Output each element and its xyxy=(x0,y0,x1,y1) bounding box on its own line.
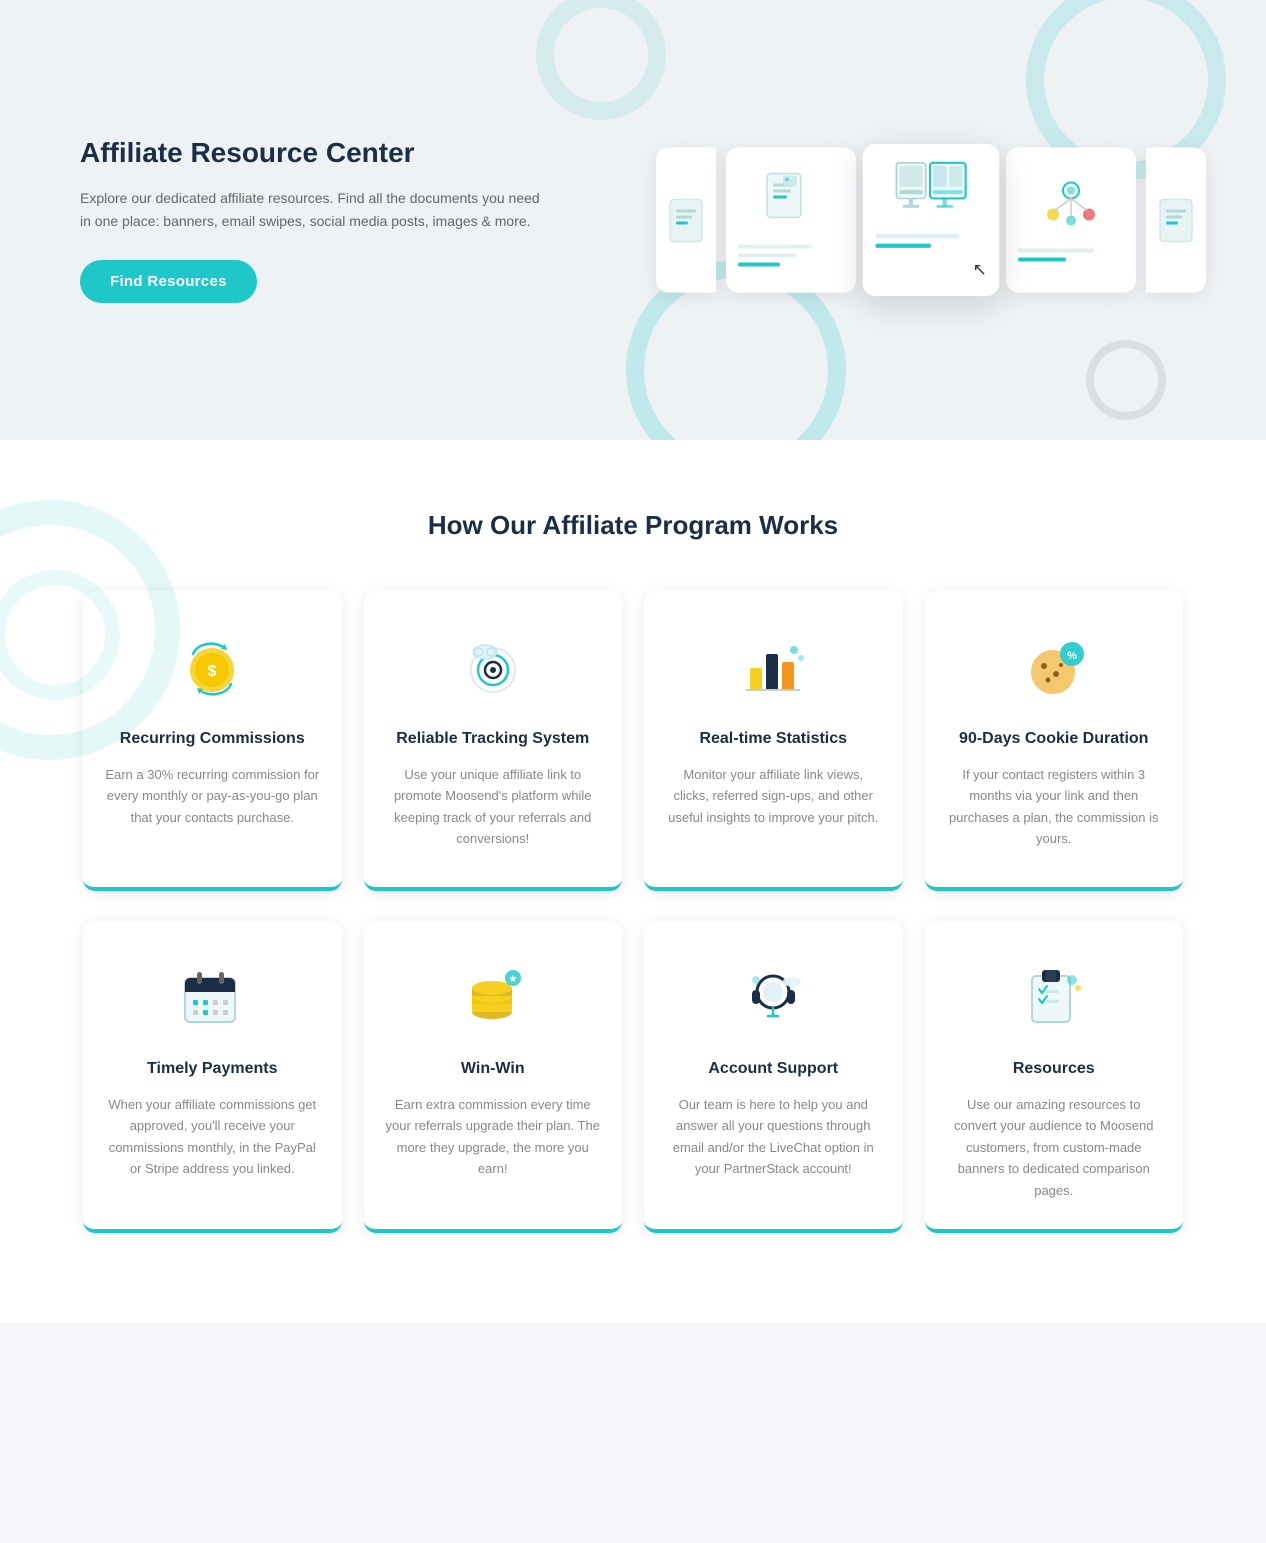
recurring-commissions-icon: $ xyxy=(172,627,252,707)
resources-icon xyxy=(1014,957,1094,1037)
how-it-works-section: How Our Affiliate Program Works $ Recurr… xyxy=(0,440,1266,1323)
hero-card-2-active: ↖ xyxy=(863,144,1000,296)
feature-card-tracking: Reliable Tracking System Use your unique… xyxy=(364,591,623,891)
support-title: Account Support xyxy=(708,1059,838,1080)
hero-card-2-icon xyxy=(894,160,968,218)
hero-cards-area: ↖ xyxy=(656,148,1206,293)
network-svg xyxy=(1041,176,1101,231)
document-svg xyxy=(761,169,821,229)
cursor-icon: ↖ xyxy=(973,259,987,280)
hero-card-3-icon xyxy=(1036,174,1106,234)
hero-card-3 xyxy=(1006,148,1136,293)
hero-card-1-lines xyxy=(738,239,844,271)
feature-card-payments: Timely Payments When your affiliate comm… xyxy=(83,921,342,1233)
doc-icon-partial xyxy=(666,195,706,245)
winwin-title: Win-Win xyxy=(461,1059,525,1080)
svg-text:$: $ xyxy=(207,663,216,680)
svg-text:%: % xyxy=(1067,650,1077,662)
hero-card-3-lines xyxy=(1018,244,1124,267)
partial-card-right-svg xyxy=(1156,195,1196,245)
hero-card-right-edge xyxy=(1146,148,1206,293)
winwin-icon: ★ xyxy=(453,957,533,1037)
hero-section: Affiliate Resource Center Explore our de… xyxy=(0,0,1266,440)
hero-card-left-edge xyxy=(656,148,716,293)
feature-card-support: Account Support Our team is here to help… xyxy=(644,921,903,1233)
tracking-desc: Use your unique affiliate link to promot… xyxy=(386,764,601,850)
find-resources-button[interactable]: Find Resources xyxy=(80,260,257,303)
features-row-1: $ Recurring Commissions Earn a 30% recur… xyxy=(83,591,1183,891)
payments-icon xyxy=(172,957,252,1037)
payments-title: Timely Payments xyxy=(147,1059,277,1080)
cookie-desc: If your contact registers within 3 month… xyxy=(947,764,1162,850)
svg-text:★: ★ xyxy=(509,974,518,985)
payments-desc: When your affiliate commissions get appr… xyxy=(105,1094,320,1180)
circle-decoration-2 xyxy=(536,0,666,120)
feature-card-statistics: Real-time Statistics Monitor your affili… xyxy=(644,591,903,891)
recurring-desc: Earn a 30% recurring commission for ever… xyxy=(105,764,320,828)
feature-card-recurring: $ Recurring Commissions Earn a 30% recur… xyxy=(83,591,342,891)
hero-description: Explore our dedicated affiliate resource… xyxy=(80,187,540,232)
support-icon xyxy=(733,957,813,1037)
monitor-split-svg xyxy=(894,160,968,218)
resources-title: Resources xyxy=(1013,1059,1095,1080)
feature-card-cookie: % 90-Days Cookie Duration If your contac… xyxy=(925,591,1184,891)
feature-card-resources: Resources Use our amazing resources to c… xyxy=(925,921,1184,1233)
features-row-2: Timely Payments When your affiliate comm… xyxy=(83,921,1183,1233)
recurring-title: Recurring Commissions xyxy=(120,729,305,750)
hero-card-1 xyxy=(726,148,856,293)
section2-title: How Our Affiliate Program Works xyxy=(60,510,1206,541)
tracking-title: Reliable Tracking System xyxy=(396,729,589,750)
hero-content: Affiliate Resource Center Explore our de… xyxy=(80,137,540,303)
cookie-title: 90-Days Cookie Duration xyxy=(959,729,1148,750)
statistics-icon xyxy=(733,627,813,707)
resources-desc: Use our amazing resources to convert you… xyxy=(947,1094,1162,1201)
feature-card-winwin: ★ Win-Win Earn extra commission every ti… xyxy=(364,921,623,1233)
statistics-desc: Monitor your affiliate link views, click… xyxy=(666,764,881,828)
tracking-system-icon xyxy=(453,627,533,707)
circle-decoration-4 xyxy=(1086,340,1166,420)
cookie-icon: % xyxy=(1014,627,1094,707)
hero-card-1-icon xyxy=(756,169,826,229)
winwin-desc: Earn extra commission every time your re… xyxy=(386,1094,601,1180)
support-desc: Our team is here to help you and answer … xyxy=(666,1094,881,1180)
hero-title: Affiliate Resource Center xyxy=(80,137,540,169)
statistics-title: Real-time Statistics xyxy=(699,729,847,750)
hero-card-2-lines xyxy=(875,228,986,252)
